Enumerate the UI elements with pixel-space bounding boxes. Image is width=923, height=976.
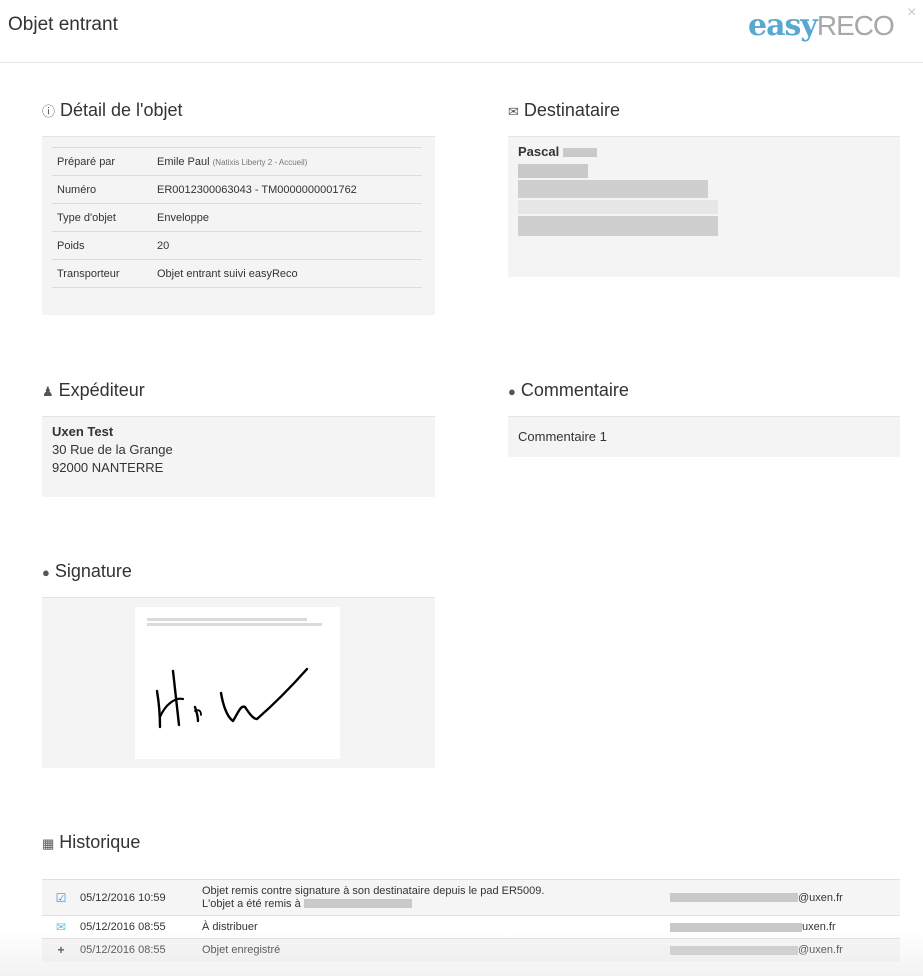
history-description: Objet enregistré [202,938,670,962]
history-description: À distribuer [202,920,258,933]
user-icon: ♟ [42,384,54,399]
detail-label: Préparé par [52,147,152,176]
plus-icon: + [42,938,80,962]
close-icon[interactable]: × [907,4,916,22]
comment-icon: ● [42,565,50,580]
detail-label: Transporteur [52,259,152,288]
detail-section-title: ⓘ Détail de l'objet [42,100,183,120]
check-square-icon: ☑ [42,879,80,916]
redacted-text [518,163,588,178]
expediteur-name: Uxen Test [52,424,114,439]
envelope-icon: ✉ [508,104,519,119]
history-description: Objet remis contre signature à son desti… [202,879,670,916]
commentaire-text: Commentaire 1 [518,429,607,444]
info-circle-icon: ⓘ [42,104,56,119]
table-row: ☑ 05/12/2016 10:59 Objet remis contre si… [42,879,900,916]
table-row: ✉ 05/12/2016 08:55 À distribuer uxen.fr [42,915,900,939]
envelope-outline-icon: ✉ [55,920,67,934]
redacted-text [562,148,597,158]
redacted-text [670,922,802,932]
detail-value: Emile Paul (Natixis Liberty 2 - Accueil) [152,147,422,176]
detail-table: Préparé par Emile Paul (Natixis Liberty … [52,147,422,288]
redacted-text [518,179,708,198]
destinataire-name: Pascal [518,144,560,159]
expediteur-line1: 30 Rue de la Grange [52,442,173,457]
detail-value: 20 [152,231,422,260]
redacted-text [518,200,718,215]
history-date: 05/12/2016 08:55 [80,921,166,933]
redacted-text [518,215,718,236]
detail-value: Objet entrant suivi easyReco [152,259,422,288]
detail-label: Numéro [52,175,152,204]
historique-section-title: ▦ Historique [42,832,141,852]
history-user-email: @uxen.fr [670,879,900,916]
detail-value: ER0012300063043 - TM0000000001762 [152,175,422,204]
modal-header: Objet entrant easyRECO × [0,0,923,63]
redacted-text [303,899,412,909]
calendar-icon: ▦ [42,836,55,851]
redacted-text [670,893,798,903]
history-user-email: @uxen.fr [670,938,900,962]
signature-section-title: ● Signature [42,561,132,581]
destinataire-panel: Pascal [508,136,900,277]
destinataire-address: Pascal [508,137,900,242]
detail-row: Numéro ER0012300063043 - TM0000000001762 [52,175,422,204]
detail-row: Type d'objet Enveloppe [52,203,422,232]
expediteur-panel: Uxen Test 30 Rue de la Grange 92000 NANT… [42,416,435,497]
detail-label: Type d'objet [52,203,152,232]
table-row: + 05/12/2016 08:55 Objet enregistré @uxe… [42,938,900,962]
signature-caption [147,617,322,627]
detail-row: Poids 20 [52,231,422,260]
commentaire-panel: Commentaire 1 [508,416,900,457]
detail-value: Enveloppe [152,203,422,232]
expediteur-line2: 92000 NANTERRE [52,460,164,475]
redacted-text [670,945,798,955]
modal-title: Objet entrant [8,14,118,35]
detail-extra: (Natixis Liberty 2 - Accueil) [212,157,308,167]
easyreco-logo: easyRECO [748,8,895,43]
historique-table: ☑ 05/12/2016 10:59 Objet remis contre si… [42,879,900,962]
history-date: 05/12/2016 08:55 [80,938,202,962]
detail-label: Poids [52,231,152,260]
destinataire-section-title: ✉ Destinataire [508,100,620,120]
expediteur-section-title: ♟ Expéditeur [42,380,145,400]
detail-row: Transporteur Objet entrant suivi easyRec… [52,259,422,288]
signature-image [135,607,340,759]
handwritten-signature [155,667,309,729]
detail-row: Préparé par Emile Paul (Natixis Liberty … [52,147,422,176]
history-user-email: uxen.fr [670,916,900,939]
expediteur-address: Uxen Test 30 Rue de la Grange 92000 NANT… [42,417,435,483]
comment-icon: ● [508,384,516,399]
signature-panel [42,597,435,768]
detail-panel: Préparé par Emile Paul (Natixis Liberty … [42,136,435,315]
history-date: 05/12/2016 10:59 [80,879,202,916]
commentaire-section-title: ● Commentaire [508,380,629,400]
